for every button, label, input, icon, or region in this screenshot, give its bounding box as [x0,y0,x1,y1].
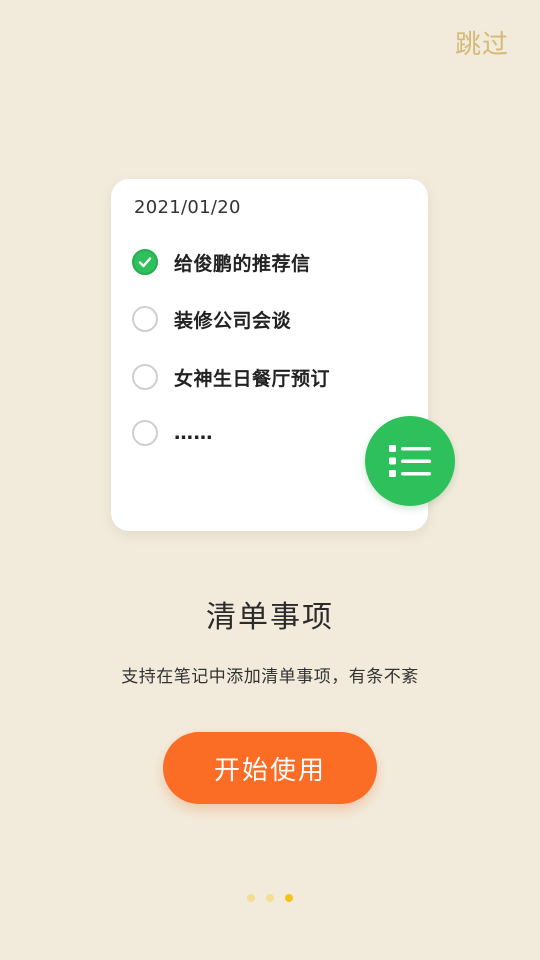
checklist-fab [365,416,455,506]
start-button[interactable]: 开始使用 [163,732,377,804]
unchecked-circle-icon [132,420,158,446]
skip-button[interactable]: 跳过 [455,24,509,61]
feature-title: 清单事项 [206,600,334,635]
page-dot-active [285,894,293,902]
checklist-item-text: 女神生日餐厅预订 [174,367,331,390]
unchecked-circle-icon [132,306,158,332]
card-date: 2021/01/20 [134,197,241,218]
checklist-item: …… [132,417,213,449]
page-indicator [0,894,540,902]
checklist-item-text: 给俊鹏的推荐信 [174,252,311,275]
unchecked-circle-icon [132,364,158,390]
page-dot [247,894,255,902]
checklist-item-text: 装修公司会谈 [174,309,292,332]
checklist-item-text: …… [174,422,213,444]
feature-subtitle: 支持在笔记中添加清单事项，有条不紊 [121,667,419,687]
checked-circle-icon [132,249,158,275]
page-dot [266,894,274,902]
checklist-item: 给俊鹏的推荐信 [132,246,311,278]
checklist-item: 装修公司会谈 [132,303,291,335]
checklist-item: 女神生日餐厅预订 [132,361,330,393]
list-icon [389,445,431,477]
